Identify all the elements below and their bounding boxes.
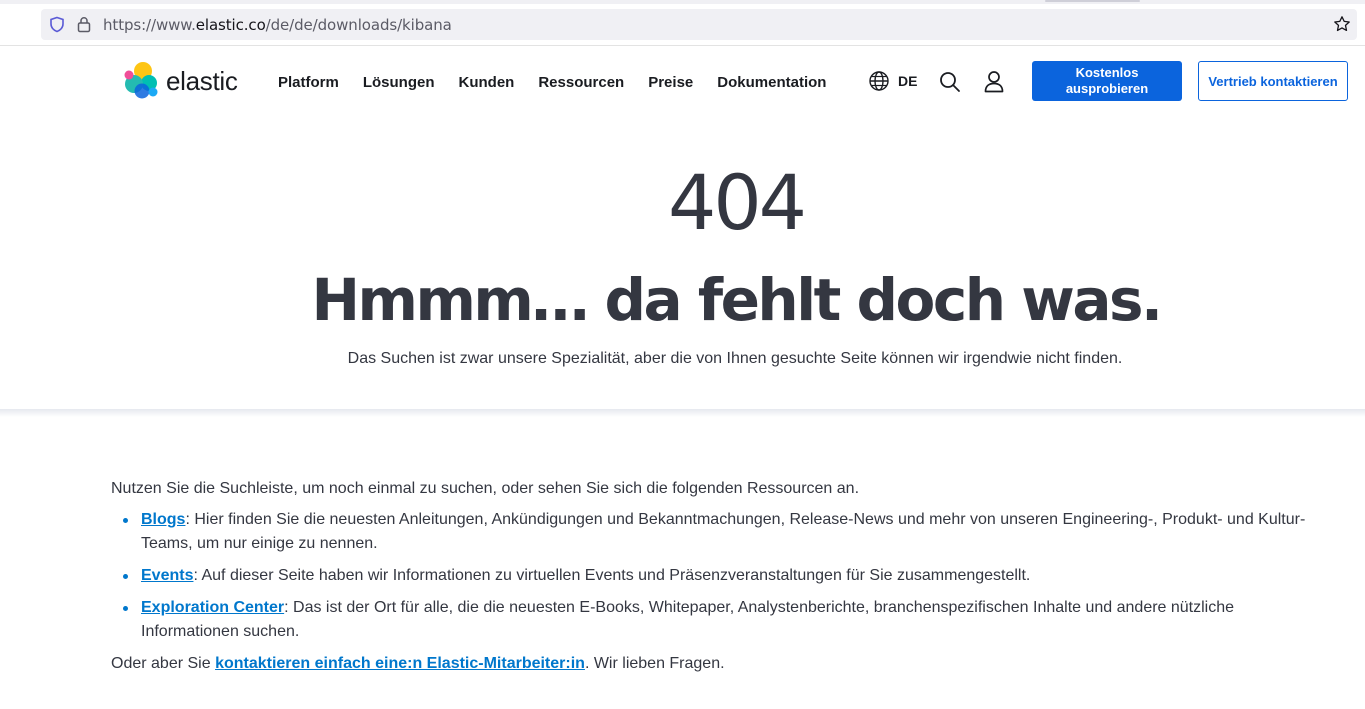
error-code: 404: [667, 158, 807, 247]
nav-item-platform[interactable]: Platform: [278, 74, 339, 91]
events-link[interactable]: Events: [141, 567, 193, 584]
list-item: Blogs: Hier finden Sie die neuesten Anle…: [123, 508, 1331, 556]
help-intro: Nutzen Sie die Suchleiste, um noch einma…: [111, 480, 860, 497]
list-item: Exploration Center: Das ist der Ort für …: [123, 596, 1331, 644]
main-nav: Platform Lösungen Kunden Ressourcen Prei…: [278, 74, 850, 91]
elastic-logo[interactable]: elastic: [122, 61, 238, 101]
site-header: elastic Platform Lösungen Kunden Ressour…: [0, 46, 1365, 118]
lock-icon[interactable]: [77, 16, 91, 38]
blogs-link[interactable]: Blogs: [141, 511, 185, 528]
logo-wordmark: elastic: [166, 65, 238, 96]
free-trial-button[interactable]: Kostenlos ausprobieren: [1032, 61, 1182, 101]
tab-indicator: [1045, 0, 1140, 2]
elastic-logo-icon: [124, 62, 158, 99]
list-item: Events: Auf dieser Seite haben wir Infor…: [123, 564, 1331, 588]
language-label: DE: [898, 73, 918, 89]
list-item-text: : Auf dieser Seite haben wir Information…: [193, 567, 1031, 584]
url-text[interactable]: https://www.elastic.co/de/de/downloads/k…: [103, 16, 452, 34]
search-icon[interactable]: [939, 71, 961, 98]
nav-item-preise[interactable]: Preise: [648, 74, 693, 91]
list-item-text: : Hier finden Sie die neuesten Anleitung…: [141, 511, 1306, 552]
error-hero: 404 Hmmm… da fehlt doch was. Das Suchen …: [0, 118, 1365, 411]
error-subline: Das Suchen ist zwar unsere Spezialität, …: [347, 350, 1123, 367]
help-content: Nutzen Sie die Suchleiste, um noch einma…: [111, 477, 1331, 676]
nav-item-dokumentation[interactable]: Dokumentation: [717, 74, 826, 91]
nav-item-ressourcen[interactable]: Ressourcen: [538, 74, 624, 91]
address-bar[interactable]: https://www.elastic.co/de/de/downloads/k…: [41, 9, 1357, 40]
nav-item-kunden[interactable]: Kunden: [459, 74, 515, 91]
language-selector[interactable]: DE: [868, 70, 917, 92]
outro-prefix: Oder aber Sie: [111, 655, 216, 672]
outro-suffix: . Wir lieben Fragen.: [584, 655, 725, 672]
bookmark-star-icon[interactable]: [1333, 15, 1351, 38]
contact-employee-link[interactable]: kontaktieren einfach eine:n Elastic-Mita…: [215, 655, 585, 672]
globe-icon: [869, 71, 889, 91]
exploration-center-link[interactable]: Exploration Center: [141, 599, 284, 616]
section-divider: [0, 409, 1365, 417]
tracking-shield-icon[interactable]: [49, 16, 65, 38]
contact-sales-button[interactable]: Vertrieb kontaktieren: [1198, 61, 1348, 101]
user-account-icon[interactable]: [983, 70, 1005, 98]
tab-strip: [0, 0, 1365, 4]
resource-list: Blogs: Hier finden Sie die neuesten Anle…: [123, 508, 1331, 644]
list-item-text: : Das ist der Ort für alle, die die neue…: [141, 599, 1235, 640]
nav-item-loesungen[interactable]: Lösungen: [363, 74, 435, 91]
browser-toolbar: https://www.elastic.co/de/de/downloads/k…: [0, 0, 1365, 46]
help-outro: Oder aber Sie kontaktieren einfach eine:…: [111, 652, 1331, 676]
error-headline: Hmmm… da fehlt doch was.: [311, 266, 1163, 334]
